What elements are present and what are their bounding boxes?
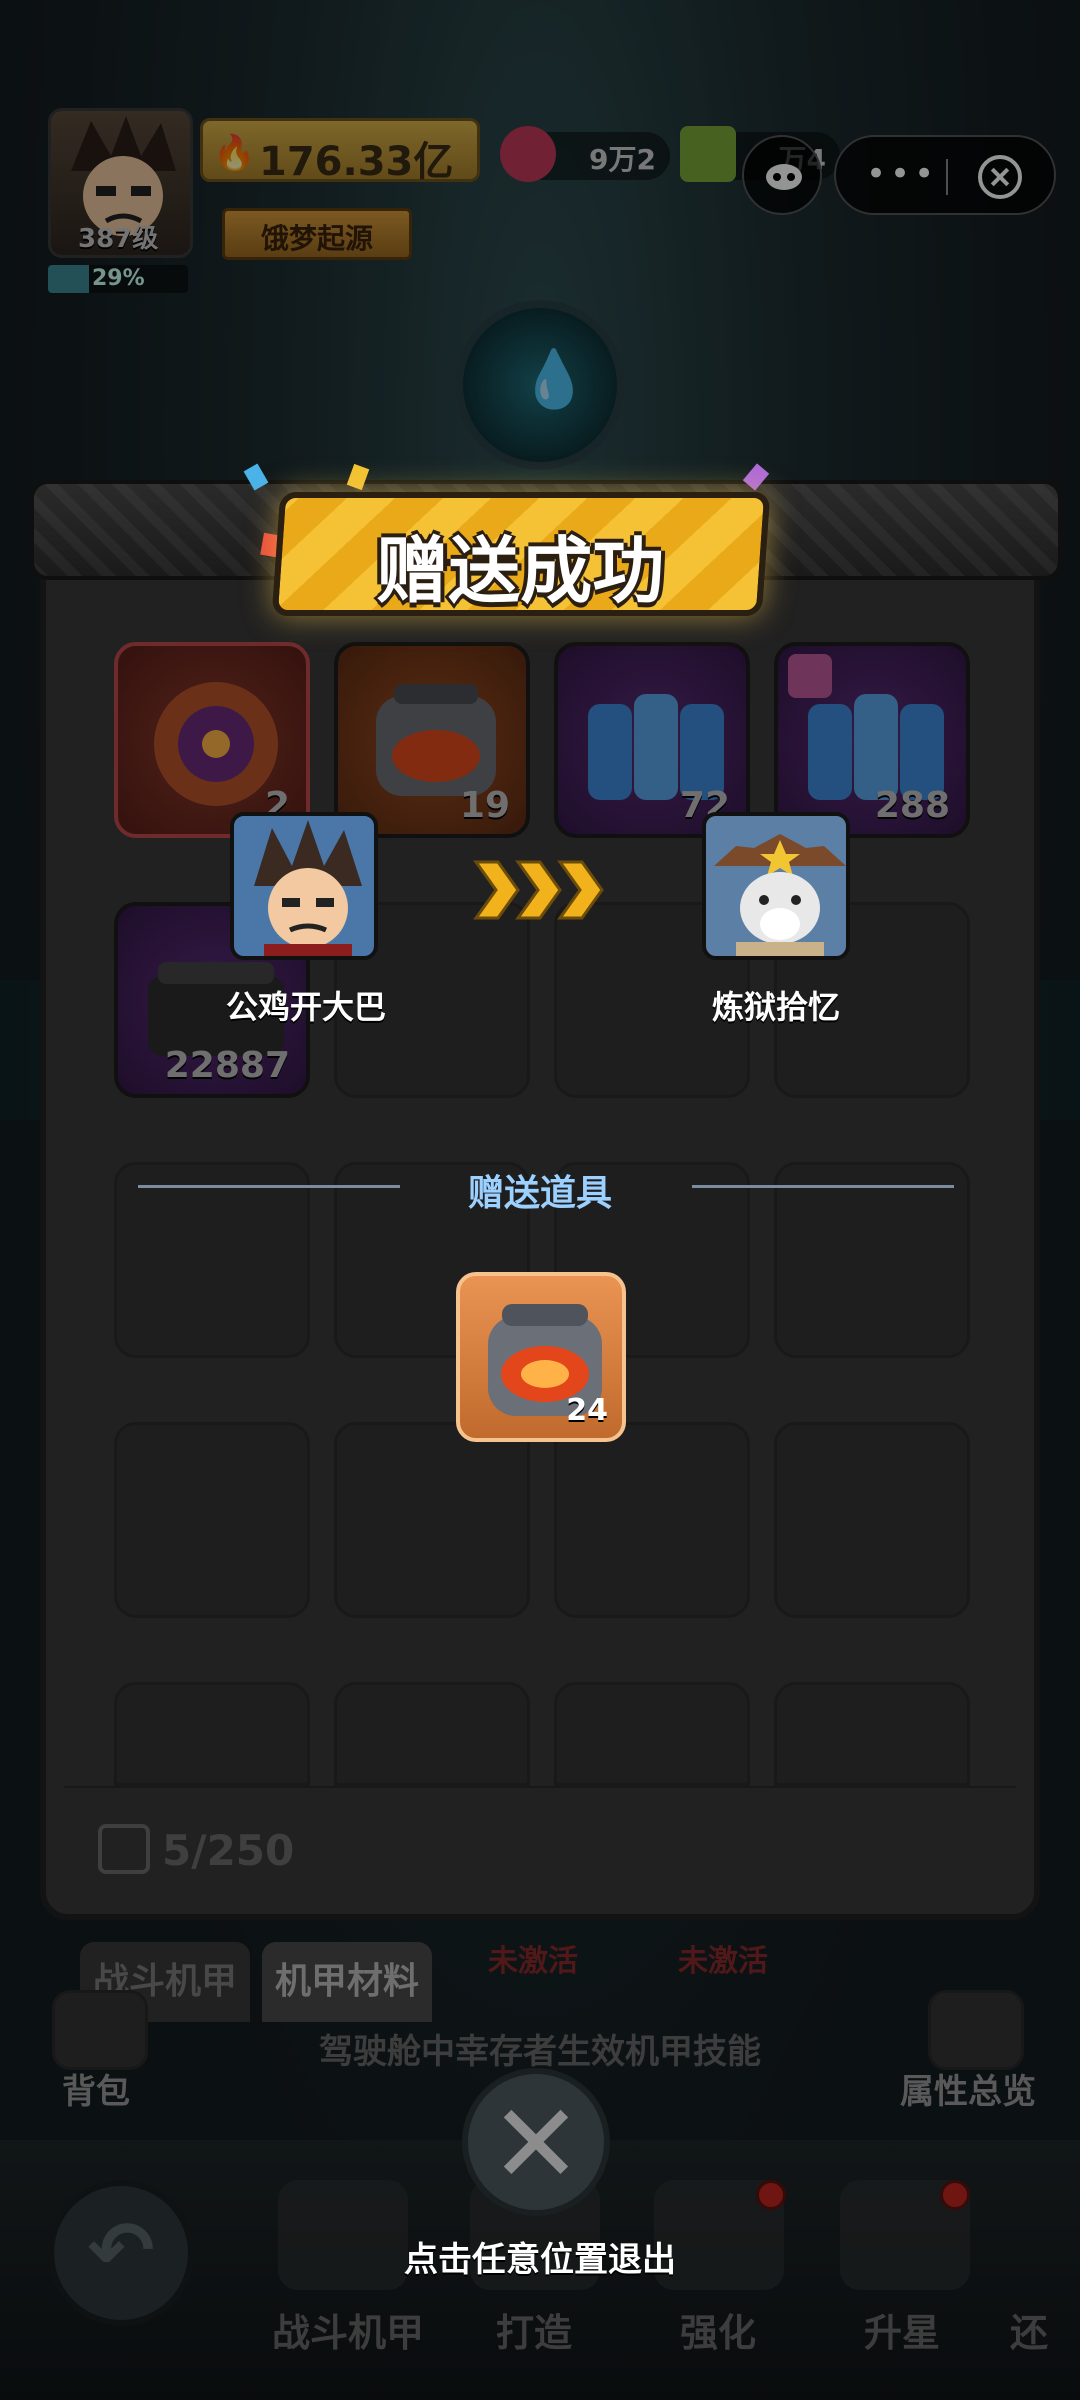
close-icon: ✕ bbox=[489, 2080, 583, 2208]
gift-item: 24 bbox=[456, 1272, 626, 1442]
exit-hint: 点击任意位置退出 bbox=[404, 2240, 676, 2280]
gift-label: 赠送道具 bbox=[467, 1173, 612, 1214]
success-banner: 赠送成功 bbox=[271, 492, 771, 616]
transfer-arrows-icon bbox=[473, 860, 604, 920]
success-title: 赠送成功 bbox=[376, 529, 665, 613]
gift-item-count: 24 bbox=[566, 1393, 608, 1428]
sender-portrait bbox=[230, 812, 378, 960]
receiver-portrait bbox=[702, 812, 850, 960]
close-button[interactable]: ✕ bbox=[462, 2068, 610, 2216]
sender-avatar-icon bbox=[254, 820, 362, 956]
sender-name: 公鸡开大巴 bbox=[225, 988, 386, 1026]
receiver-avatar-icon bbox=[714, 834, 846, 956]
receiver-name: 炼狱拾忆 bbox=[711, 988, 840, 1026]
